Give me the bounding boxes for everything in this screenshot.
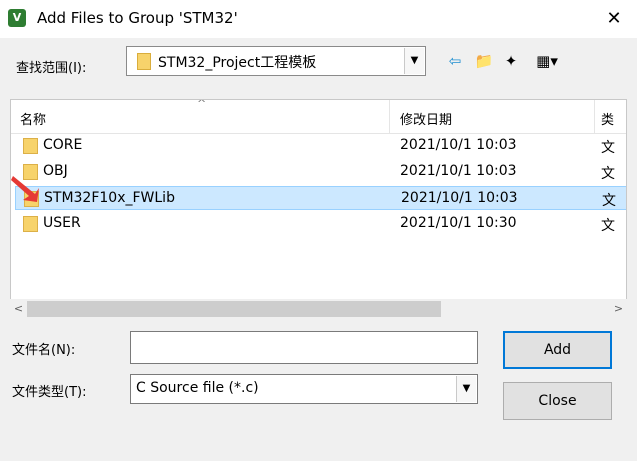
add-button[interactable]: Add — [503, 331, 612, 369]
file-type-value: C Source file (*.c) — [136, 380, 259, 396]
file-name: STM32F10x_FWLib — [44, 190, 175, 206]
scroll-right-icon[interactable]: > — [610, 299, 627, 319]
list-item[interactable]: CORE 2021/10/1 10:03 文 — [15, 134, 626, 158]
chevron-down-icon[interactable]: ▼ — [456, 376, 476, 402]
folder-icon — [23, 216, 38, 232]
title-bar: V Add Files to Group 'STM32' ✕ — [0, 0, 637, 38]
file-name-label: 文件名(N): — [12, 343, 76, 358]
look-in-label: 查找范围(I): — [16, 61, 87, 76]
back-arrow-icon[interactable]: ⇦ — [443, 50, 467, 72]
column-header-date[interactable]: 修改日期 — [400, 109, 452, 128]
new-folder-icon[interactable]: ✦ — [499, 50, 523, 72]
column-header-type[interactable]: 类 — [601, 109, 614, 128]
sort-ascending-icon: ^ — [197, 99, 207, 110]
file-name-input[interactable] — [130, 331, 478, 364]
scroll-thumb[interactable] — [27, 301, 441, 317]
view-menu-icon[interactable]: ▦▾ — [529, 50, 565, 72]
up-folder-icon[interactable]: 📁 — [472, 50, 496, 72]
file-list[interactable]: 名称 ^ 修改日期 类 CORE 2021/10/1 10:03 文 OBJ 2… — [10, 99, 627, 319]
annotation-arrow-icon — [11, 176, 39, 202]
list-item-selected[interactable]: STM32F10x_FWLib 2021/10/1 10:03 文 — [15, 186, 626, 210]
close-icon[interactable]: ✕ — [591, 0, 637, 38]
list-header: 名称 ^ 修改日期 类 — [11, 99, 626, 134]
scroll-left-icon[interactable]: < — [10, 299, 27, 319]
file-date: 2021/10/1 10:30 — [400, 215, 517, 231]
horizontal-scrollbar[interactable]: < > — [10, 299, 627, 319]
list-item[interactable]: OBJ 2021/10/1 10:03 文 — [15, 160, 626, 184]
keil-icon: V — [8, 9, 26, 27]
file-type: 文 — [601, 140, 615, 156]
file-date: 2021/10/1 10:03 — [400, 137, 517, 153]
column-divider[interactable] — [389, 100, 390, 133]
file-type: 文 — [601, 166, 615, 182]
file-type: 文 — [602, 193, 616, 209]
file-name: OBJ — [43, 163, 68, 179]
look-in-combo[interactable]: STM32_Project工程模板 ▼ — [126, 46, 426, 76]
window-title: Add Files to Group 'STM32' — [37, 9, 238, 27]
file-type-label: 文件类型(T): — [12, 385, 87, 400]
column-divider[interactable] — [594, 100, 595, 133]
look-in-value: STM32_Project工程模板 — [158, 55, 317, 71]
close-button[interactable]: Close — [503, 382, 612, 420]
file-date: 2021/10/1 10:03 — [401, 190, 518, 206]
chevron-down-icon[interactable]: ▼ — [404, 48, 424, 74]
column-header-name[interactable]: 名称 — [20, 109, 46, 128]
file-type: 文 — [601, 218, 615, 234]
folder-icon — [137, 53, 151, 70]
folder-icon — [23, 138, 38, 154]
file-date: 2021/10/1 10:03 — [400, 163, 517, 179]
file-name: CORE — [43, 137, 83, 153]
file-name: USER — [43, 215, 81, 231]
file-type-select[interactable]: C Source file (*.c) ▼ — [130, 374, 478, 404]
list-item[interactable]: USER 2021/10/1 10:30 文 — [15, 212, 626, 236]
